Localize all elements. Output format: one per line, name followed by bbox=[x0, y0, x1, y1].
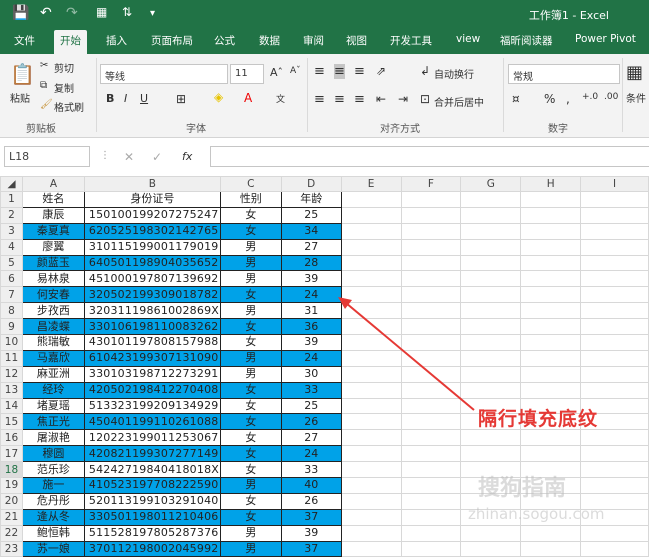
watermark-url: zhinan.sogou.com bbox=[468, 505, 605, 523]
annotation-text: 隔行填充底纹 bbox=[478, 408, 599, 430]
watermark-logo: 搜狗指南 bbox=[478, 476, 567, 501]
annotation-arrow bbox=[338, 297, 475, 411]
